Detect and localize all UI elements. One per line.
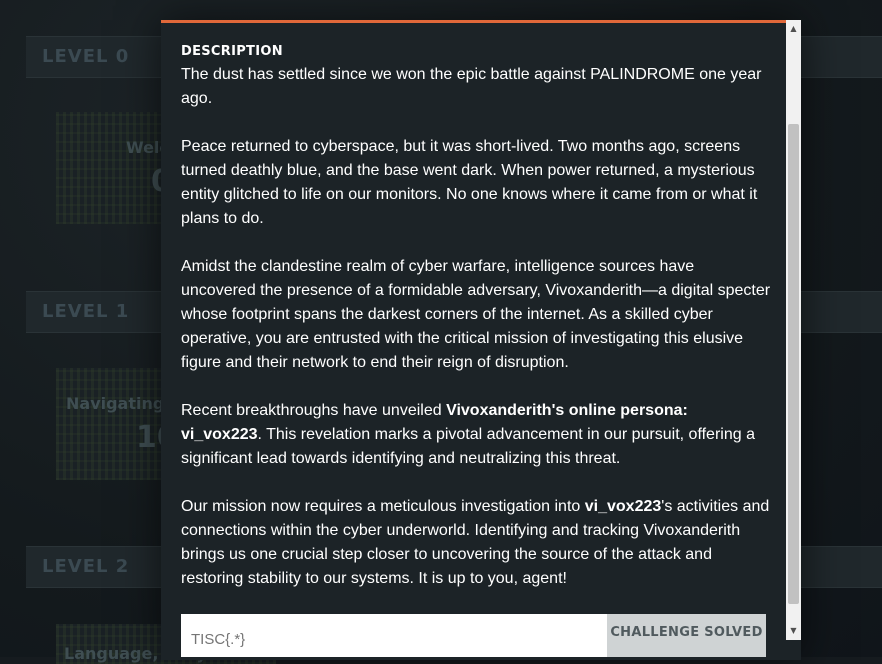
level-0-title: LEVEL 0 [42, 46, 130, 67]
text-span: Our mission now requires a meticulous in… [181, 498, 585, 515]
level-2-title: LEVEL 2 [42, 556, 130, 577]
level-1-title: LEVEL 1 [42, 301, 130, 322]
text-span: Recent breakthroughs have unveiled [181, 402, 447, 419]
challenge-solved-button[interactable]: CHALLENGE SOLVED [607, 614, 766, 657]
text-span: . This revelation marks a pivotal advanc… [181, 426, 755, 467]
description-paragraph: Amidst the clandestine realm of cyber wa… [181, 258, 771, 371]
scroll-up-arrow-icon[interactable]: ▲ [786, 22, 801, 36]
description-label: DESCRIPTION [181, 44, 283, 59]
modal-scrollbar[interactable]: ▲ ▼ [786, 20, 801, 640]
modal-body: DESCRIPTION The dust has settled since w… [181, 41, 771, 615]
scroll-thumb[interactable] [788, 124, 799, 604]
challenge-modal: DESCRIPTION The dust has settled since w… [161, 20, 801, 660]
flag-input[interactable] [181, 614, 607, 657]
username-highlight: vi_vox223 [584, 498, 662, 515]
scroll-down-arrow-icon[interactable]: ▼ [786, 624, 801, 638]
description-paragraph: Recent breakthroughs have unveiled Vivox… [181, 399, 771, 471]
description-paragraph: Peace returned to cyberspace, but it was… [181, 138, 758, 227]
description-paragraph: Our mission now requires a meticulous in… [181, 495, 771, 591]
description-paragraph: The dust has settled since we won the ep… [181, 66, 762, 107]
